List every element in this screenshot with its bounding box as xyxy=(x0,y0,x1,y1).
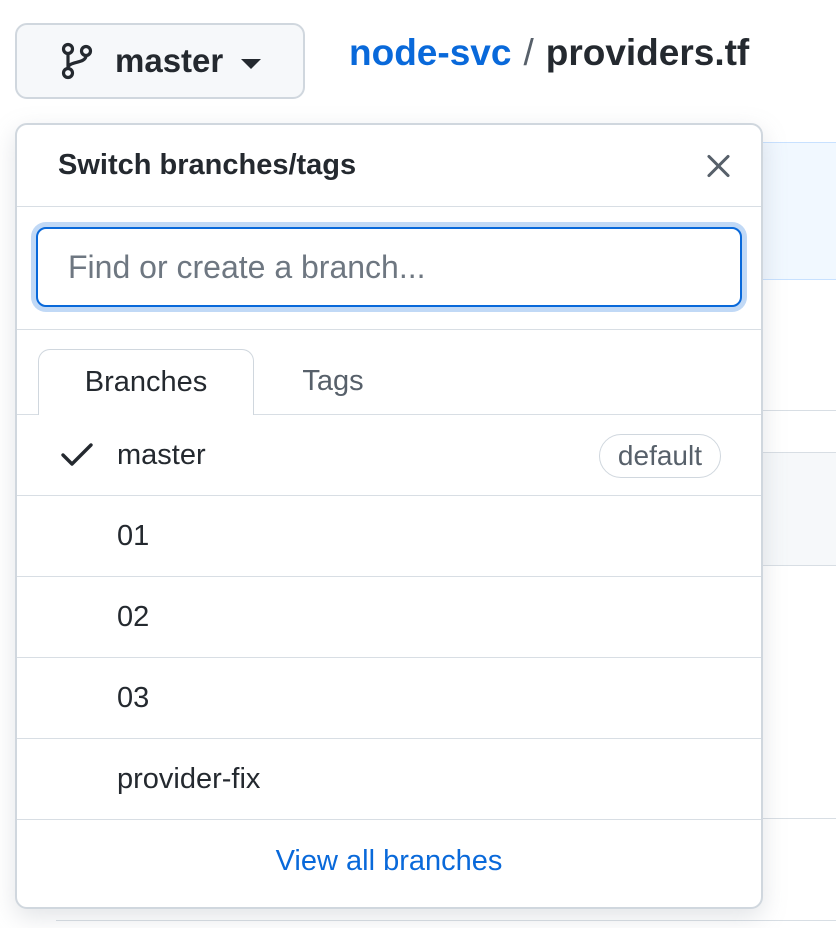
dropdown-title: Switch branches/tags xyxy=(58,149,357,181)
check-icon xyxy=(61,443,93,466)
breadcrumb: node-svc / providers.tf xyxy=(349,28,749,78)
check-col xyxy=(17,442,117,468)
branch-select-button[interactable]: master xyxy=(15,23,305,99)
branch-dropdown-menu: Switch branches/tags Branches Tags maste… xyxy=(15,123,763,909)
git-branch-icon xyxy=(59,41,95,81)
default-badge: default xyxy=(598,434,721,478)
breadcrumb-repo-link[interactable]: node-svc xyxy=(349,32,511,74)
branch-item-01[interactable]: 01 xyxy=(17,496,761,577)
background-divider xyxy=(762,818,836,819)
dropdown-footer: View all branches xyxy=(17,820,761,902)
branch-name: 03 xyxy=(117,681,150,714)
caret-down-icon xyxy=(241,59,262,69)
branch-name: master xyxy=(117,438,206,471)
branch-filter-input[interactable] xyxy=(36,227,742,307)
dropdown-tabs: Branches Tags xyxy=(17,330,761,415)
background-panel xyxy=(762,452,836,566)
branch-list: master default 01 02 03 provider-fix xyxy=(17,415,761,820)
dropdown-header: Switch branches/tags xyxy=(17,125,761,207)
breadcrumb-file-name: providers.tf xyxy=(545,32,750,73)
branch-name: 01 xyxy=(117,519,150,552)
dropdown-filter xyxy=(17,207,761,330)
branch-item-02[interactable]: 02 xyxy=(17,577,761,658)
breadcrumb-separator: / xyxy=(523,32,534,73)
background-divider xyxy=(762,410,836,411)
close-icon[interactable] xyxy=(701,149,735,183)
branch-name: provider-fix xyxy=(117,762,261,795)
branch-name: 02 xyxy=(117,600,150,633)
branch-item-provider-fix[interactable]: provider-fix xyxy=(17,739,761,820)
branch-item-03[interactable]: 03 xyxy=(17,658,761,739)
view-all-branches-link[interactable]: View all branches xyxy=(276,845,503,878)
branch-item-master[interactable]: master default xyxy=(17,415,761,496)
file-header-background xyxy=(762,142,836,280)
background-divider xyxy=(56,920,836,921)
tab-branches[interactable]: Branches xyxy=(38,349,254,415)
tab-tags[interactable]: Tags xyxy=(258,349,408,414)
branch-button-label: master xyxy=(115,42,224,79)
